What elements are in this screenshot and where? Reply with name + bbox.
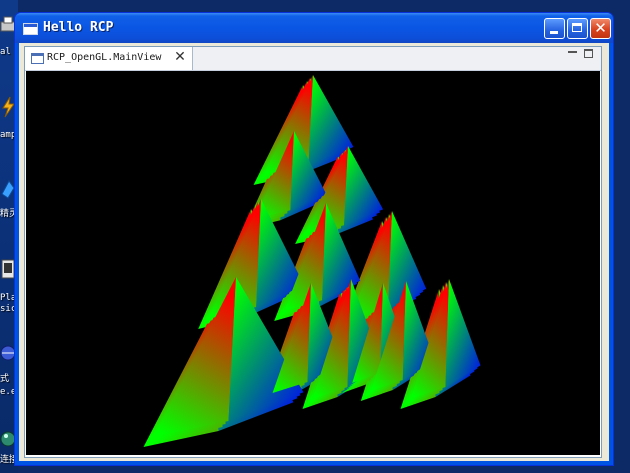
title-bar[interactable]: Hello RCP ✕ [15,13,613,43]
view-maximize-icon[interactable] [584,49,593,58]
close-button[interactable]: ✕ [590,18,611,39]
sierpinski-pyramid-render [143,75,481,447]
view-minimize-icon[interactable] [568,51,577,53]
minimize-button[interactable] [544,18,565,39]
main-view: RCP_OpenGL.MainView ✕ [24,46,602,458]
view-icon [31,53,44,64]
opengl-canvas[interactable] [26,71,600,455]
tab-label: RCP_OpenGL.MainView [47,52,162,63]
tab-close-button[interactable]: ✕ [173,49,187,65]
window-app-icon[interactable] [23,23,38,35]
maximize-button[interactable] [567,18,588,39]
minimize-icon [550,31,558,34]
maximize-icon [572,23,582,32]
pyramid-face-left [153,277,236,437]
desktop-icon-label: 式 [0,374,10,384]
view-tab-strip: RCP_OpenGL.MainView ✕ [25,47,601,71]
tab-main-view[interactable]: RCP_OpenGL.MainView ✕ [25,47,193,70]
window-client-area: RCP_OpenGL.MainView ✕ [19,43,609,461]
close-icon: ✕ [594,19,607,37]
pyramid-face-right [445,279,481,387]
window-title: Hello RCP [43,20,114,35]
app-window: Hello RCP ✕ RCP_OpenGL.MainView ✕ [14,12,614,466]
